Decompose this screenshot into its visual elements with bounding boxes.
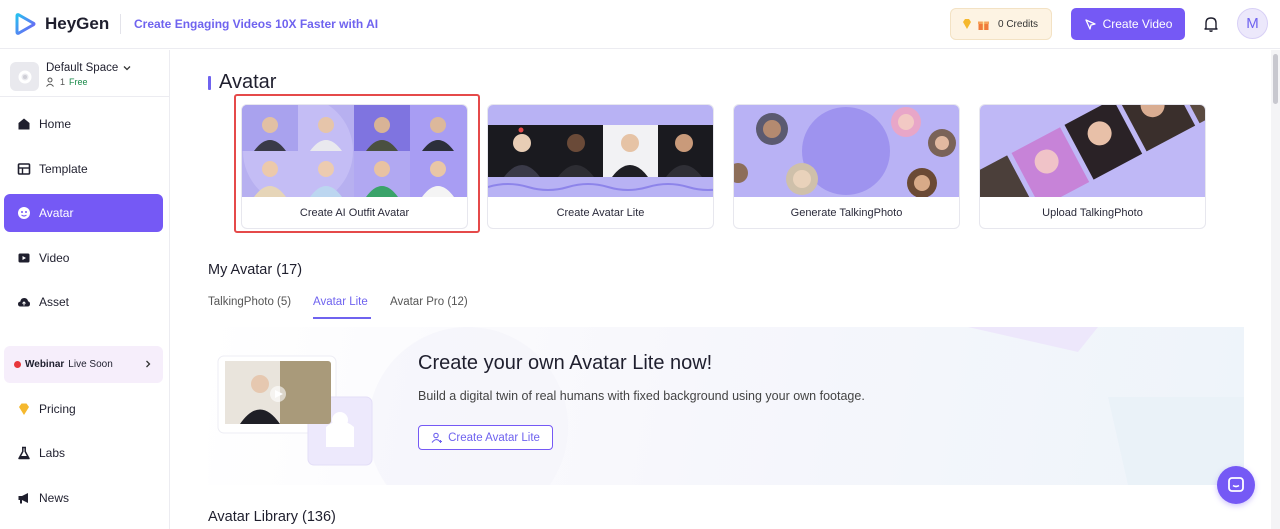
avatar-library-title: Avatar Library (136) (208, 509, 336, 525)
tagline: Create Engaging Videos 10X Faster with A… (134, 17, 379, 31)
tab-talkingphoto[interactable]: TalkingPhoto (5) (208, 296, 291, 308)
chevron-right-icon (146, 360, 151, 368)
sidebar-item-template[interactable]: Template (4, 150, 163, 188)
space-selector[interactable]: Default Space 1 Free (10, 62, 132, 91)
my-avatar-title: My Avatar (17) (208, 262, 303, 278)
sidebar-item-label: Labs (39, 446, 66, 460)
tab-avatar-pro[interactable]: Avatar Pro (12) (390, 296, 468, 308)
sidebar-item-pricing[interactable]: Pricing (4, 390, 163, 428)
diamond-icon (19, 403, 29, 415)
create-video-button[interactable]: Create Video (1071, 8, 1185, 40)
sidebar-item-label: Video (39, 251, 70, 265)
sidebar-item-video[interactable]: Video (4, 239, 163, 277)
sidebar-item-home[interactable]: Home (4, 105, 163, 143)
sidebar-item-asset[interactable]: Asset (4, 283, 163, 321)
card-label: Create Avatar Lite (556, 207, 645, 219)
flask-icon (18, 446, 30, 460)
logo-text: HeyGen (45, 14, 110, 33)
add-user-icon (431, 432, 443, 443)
members-icon (46, 77, 54, 87)
sidebar-item-label: News (39, 491, 70, 505)
webinar-status: Live Soon (68, 359, 113, 370)
chat-support-button[interactable] (1217, 466, 1255, 504)
template-icon (17, 163, 31, 175)
home-icon (18, 118, 30, 130)
tab-avatar-lite[interactable]: Avatar Lite (313, 296, 368, 308)
credits-label: 0 Credits (998, 18, 1039, 30)
sidebar-item-labs[interactable]: Labs (4, 434, 163, 472)
promo-decoration (217, 327, 1244, 485)
sidebar-item-label: Home (39, 117, 72, 131)
card-generate-talkingphoto[interactable]: Generate TalkingPhoto (733, 104, 960, 229)
live-dot-icon (14, 361, 21, 368)
sidebar-item-label: Asset (39, 295, 70, 309)
highlight-box (234, 94, 480, 233)
card-label: Upload TalkingPhoto (1042, 207, 1143, 219)
active-tab-indicator (313, 317, 371, 319)
sidebar-item-label: Template (39, 162, 88, 176)
space-meta: 1 Free (46, 77, 132, 87)
promo-banner (208, 327, 1244, 485)
page-title: Avatar (208, 71, 276, 94)
divider (0, 96, 170, 97)
talkingphoto-thumbnail (734, 105, 959, 197)
space-name-row: Default Space (46, 62, 132, 74)
video-icon (18, 253, 30, 263)
heygen-logo[interactable]: HeyGen (14, 12, 109, 36)
megaphone-icon (18, 493, 28, 504)
sidebar: Default Space 1 Free Home Template Avata… (0, 50, 170, 529)
avatar-lite-thumbnail (488, 105, 713, 197)
gift-icon (978, 21, 989, 30)
credits-badge[interactable]: 0 Credits (950, 8, 1052, 40)
webinar-banner[interactable]: Webinar Live Soon (4, 346, 163, 383)
upload-talkingphoto-thumbnail (980, 105, 1205, 197)
title-accent-bar (208, 75, 211, 90)
top-header: HeyGen Create Engaging Videos 10X Faster… (0, 0, 1280, 49)
cloud-icon (18, 298, 30, 307)
sidebar-item-avatar[interactable]: Avatar (4, 194, 163, 232)
heygen-logo-icon (15, 13, 36, 35)
plan-badge: Free (69, 77, 88, 87)
card-label: Generate TalkingPhoto (790, 207, 903, 219)
cursor-icon (1084, 18, 1096, 30)
sidebar-item-news[interactable]: News (4, 479, 163, 517)
member-count: 1 (60, 77, 66, 87)
scrollbar-thumb[interactable] (1273, 54, 1278, 104)
chevron-down-icon (123, 66, 131, 71)
page-title-text: Avatar (219, 71, 277, 93)
sidebar-item-label: Avatar (39, 206, 74, 220)
space-icon (10, 62, 39, 91)
sidebar-item-label: Pricing (39, 402, 76, 416)
webinar-label: Webinar (25, 359, 65, 370)
avatar-icon (18, 207, 30, 219)
promo-button-label: Create Avatar Lite (448, 431, 540, 444)
promo-title: Create your own Avatar Lite now! (418, 352, 713, 374)
card-upload-talkingphoto[interactable]: Upload TalkingPhoto (979, 104, 1206, 229)
diamond-icon (963, 19, 971, 29)
create-avatar-lite-button[interactable]: Create Avatar Lite (418, 425, 553, 450)
card-create-avatar-lite[interactable]: Create Avatar Lite (487, 104, 714, 229)
bell-icon[interactable] (1202, 15, 1220, 33)
header-divider (120, 14, 121, 34)
create-video-label: Create Video (1102, 17, 1173, 31)
scrollbar[interactable] (1271, 50, 1280, 529)
space-name: Default Space (46, 62, 119, 74)
chat-icon (1228, 477, 1244, 492)
user-avatar[interactable]: M (1237, 8, 1268, 39)
promo-description: Build a digital twin of real humans with… (418, 389, 865, 403)
